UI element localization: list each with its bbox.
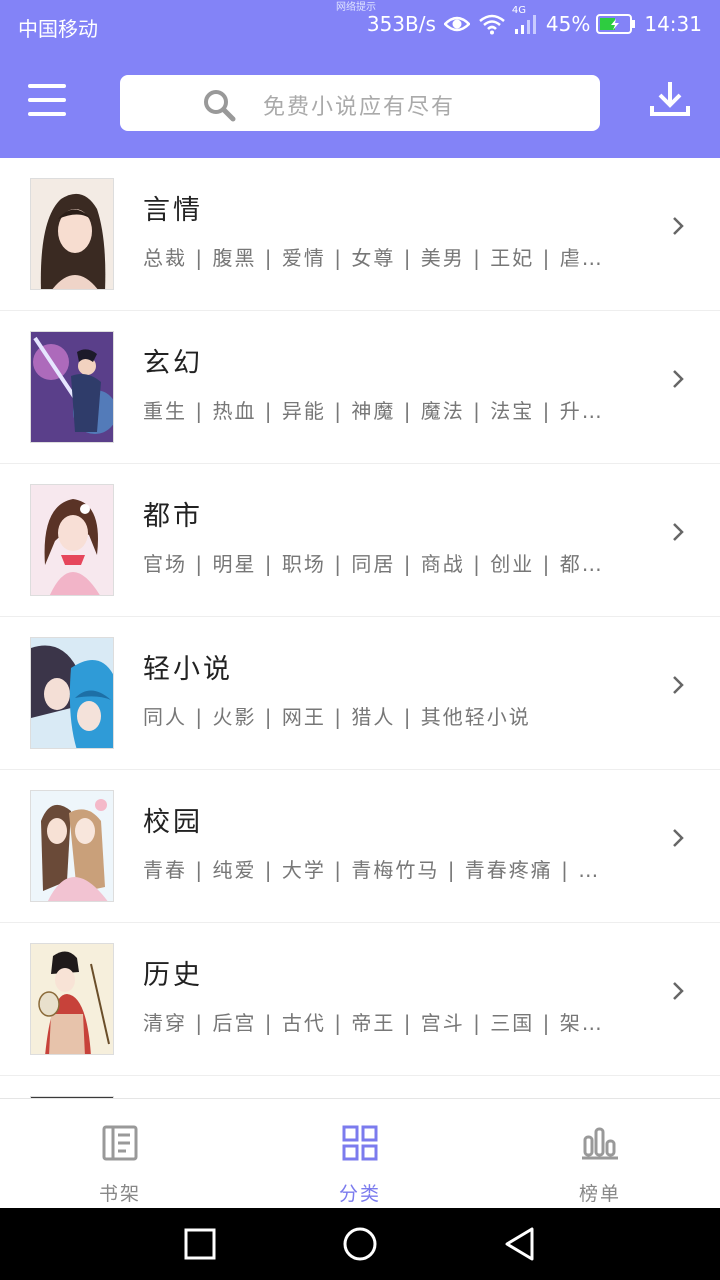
menu-button[interactable]: [28, 84, 70, 120]
category-item-romance[interactable]: 言情 总裁 | 腹黑 | 爱情 | 女尊 | 美男 | 王妃 | 虐…: [0, 158, 720, 311]
chevron-right-icon: [670, 826, 686, 854]
nav-label: 榜单: [578, 1183, 621, 1205]
search-placeholder: 免费小说应有尽有: [263, 95, 456, 120]
app-header: 中国移动 网络提示 353B/s 4G 45% 14:31 免费小说应有尽有: [0, 0, 720, 158]
category-item-fantasy[interactable]: 玄幻 重生 | 热血 | 异能 | 神魔 | 魔法 | 法宝 | 升…: [0, 311, 720, 464]
category-item-partial[interactable]: [0, 1076, 720, 1098]
category-title: 言情: [143, 195, 203, 226]
search-input[interactable]: 免费小说应有尽有: [120, 75, 600, 131]
category-tags: 清穿 | 后宫 | 古代 | 帝王 | 宫斗 | 三国 | 架…: [143, 1011, 604, 1035]
category-title: 轻小说: [143, 654, 233, 685]
category-title: 玄幻: [143, 348, 203, 379]
carrier-name: 中国移动: [18, 17, 98, 41]
chevron-right-icon: [670, 979, 686, 1007]
menu-icon: [28, 84, 70, 116]
category-list: 言情 总裁 | 腹黑 | 爱情 | 女尊 | 美男 | 王妃 | 虐… 玄幻 重…: [0, 158, 720, 1098]
category-cover-image: [30, 178, 114, 290]
status-icons: 353B/s 4G 45% 14:31: [366, 5, 702, 36]
chevron-right-icon: [670, 214, 686, 242]
nav-tab-ranking[interactable]: 榜单: [480, 1099, 720, 1208]
chevron-right-icon: [670, 673, 686, 701]
ranking-icon: [581, 1125, 619, 1165]
status-bar: 中国移动 网络提示 353B/s 4G 45% 14:31: [0, 0, 720, 50]
category-cover-image: [30, 331, 114, 443]
battery-percent: 45%: [545, 12, 591, 36]
category-title: 校园: [143, 807, 203, 838]
bottom-navigation: 书架 分类 榜单: [0, 1098, 720, 1208]
back-button[interactable]: [502, 1226, 538, 1262]
category-cover-image: [30, 484, 114, 596]
circle-icon: [342, 1227, 378, 1266]
chevron-right-icon: [670, 520, 686, 548]
triangle-back-icon: [502, 1227, 538, 1266]
signal-icon: 4G: [512, 5, 538, 35]
category-tags: 官场 | 明星 | 职场 | 同居 | 商战 | 创业 | 都…: [143, 552, 604, 576]
category-tags: 同人 | 火影 | 网王 | 猎人 | 其他轻小说: [143, 705, 531, 729]
category-cover-image: [30, 943, 114, 1055]
category-tags: 青春 | 纯爱 | 大学 | 青梅竹马 | 青春疼痛 | …: [143, 858, 601, 882]
eye-icon: [443, 14, 470, 34]
download-icon: [648, 82, 692, 126]
search-icon: [202, 88, 236, 126]
recent-apps-button[interactable]: [182, 1226, 218, 1262]
network-speed: 353B/s: [366, 12, 436, 36]
category-cover-image: [30, 637, 114, 749]
nav-label: 分类: [338, 1183, 381, 1205]
app-bar: 免费小说应有尽有: [0, 60, 720, 150]
nav-tab-bookshelf[interactable]: 书架: [0, 1099, 240, 1208]
category-item-urban[interactable]: 都市 官场 | 明星 | 职场 | 同居 | 商战 | 创业 | 都…: [0, 464, 720, 617]
battery-status: 45%: [546, 12, 636, 36]
download-button[interactable]: [648, 78, 692, 122]
system-navigation-bar: [0, 1208, 720, 1280]
clock: 14:31: [644, 12, 702, 36]
nav-tab-category[interactable]: 分类: [240, 1099, 480, 1208]
battery-icon: [596, 13, 636, 35]
category-item-campus[interactable]: 校园 青春 | 纯爱 | 大学 | 青梅竹马 | 青春疼痛 | …: [0, 770, 720, 923]
category-tags: 总裁 | 腹黑 | 爱情 | 女尊 | 美男 | 王妃 | 虐…: [143, 246, 604, 270]
wifi-icon: [478, 13, 506, 35]
category-grid-icon: [342, 1125, 378, 1165]
category-tags: 重生 | 热血 | 异能 | 神魔 | 魔法 | 法宝 | 升…: [143, 399, 604, 423]
home-button[interactable]: [342, 1226, 378, 1262]
square-icon: [182, 1228, 218, 1266]
bookshelf-icon: [102, 1125, 138, 1165]
network-type: 4G: [511, 5, 527, 16]
category-title: 历史: [143, 960, 203, 991]
category-item-light-novel[interactable]: 轻小说 同人 | 火影 | 网王 | 猎人 | 其他轻小说: [0, 617, 720, 770]
chevron-right-icon: [670, 367, 686, 395]
category-cover-image: [30, 790, 114, 902]
nav-label: 书架: [98, 1183, 141, 1205]
category-title: 都市: [143, 501, 203, 532]
category-item-history[interactable]: 历史 清穿 | 后宫 | 古代 | 帝王 | 宫斗 | 三国 | 架…: [0, 923, 720, 1076]
